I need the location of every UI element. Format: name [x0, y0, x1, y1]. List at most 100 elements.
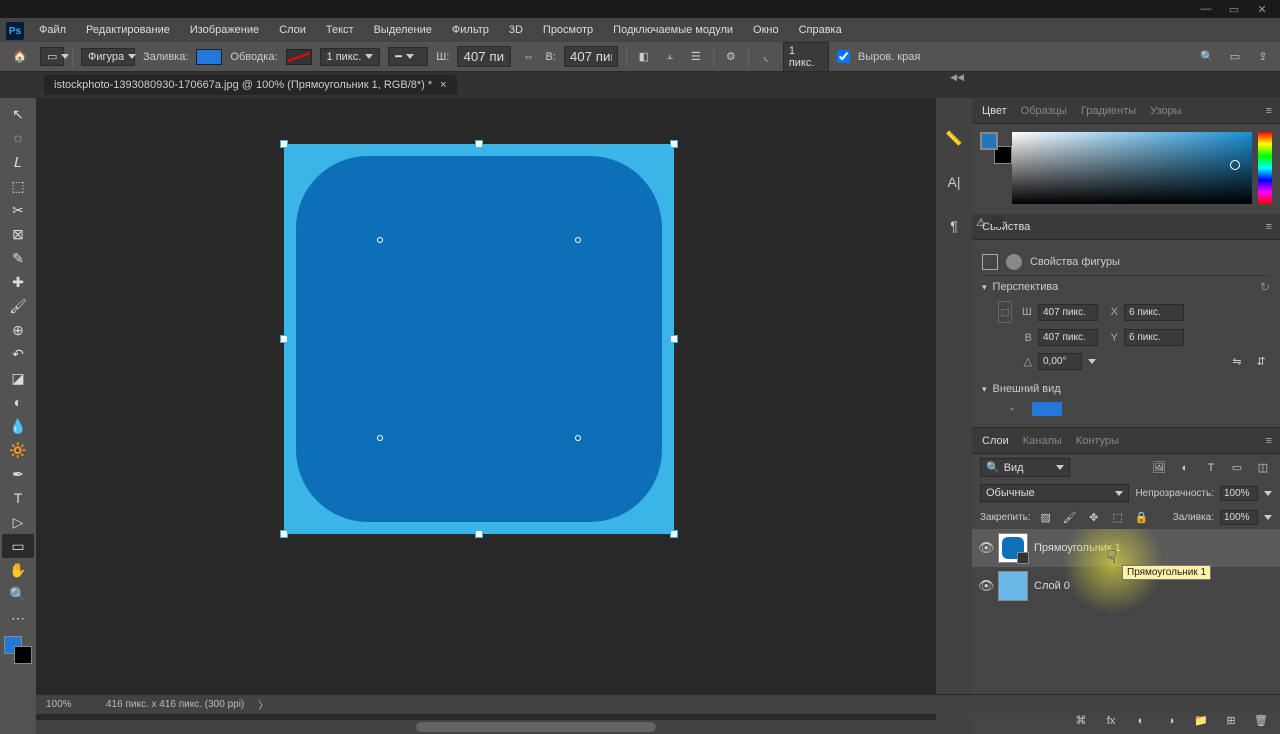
chevron-down-icon[interactable]: ▾ — [982, 282, 987, 293]
link-layers-icon[interactable]: ⌘ — [1072, 712, 1090, 730]
crop-tool-icon[interactable]: ✂ — [2, 198, 34, 222]
lock-artboard-icon[interactable]: ⬚ — [1109, 508, 1127, 526]
appearance-fill-swatch[interactable] — [1032, 402, 1062, 416]
brush-tool-icon[interactable]: 🖌 — [2, 294, 34, 318]
tab-channels[interactable]: Каналы — [1021, 432, 1064, 450]
filter-pixel-icon[interactable]: 🖼 — [1150, 459, 1168, 477]
healing-tool-icon[interactable]: ✚ — [2, 270, 34, 294]
tab-layers[interactable]: Слои — [980, 432, 1011, 450]
gradient-tool-icon[interactable]: ◐ — [2, 390, 34, 414]
opacity-input[interactable] — [1220, 486, 1258, 501]
transform-handle[interactable] — [475, 530, 483, 538]
rectangle-shape[interactable] — [296, 156, 662, 522]
transform-handle[interactable] — [280, 530, 288, 538]
radius-anchor[interactable] — [575, 435, 581, 441]
visibility-icon[interactable]: 👁 — [978, 540, 992, 556]
ruler-icon[interactable]: 📏 — [938, 126, 970, 150]
radius-input[interactable]: 1 пикс. — [783, 42, 829, 72]
panel-menu-icon[interactable]: ≡ — [1266, 435, 1272, 447]
lock-move-icon[interactable]: ✥ — [1085, 508, 1103, 526]
path-align-icon[interactable]: ⫠ — [661, 48, 679, 66]
menu-file[interactable]: Файл — [30, 20, 75, 40]
filter-shape-icon[interactable]: ▭ — [1228, 459, 1246, 477]
adjustment-icon[interactable]: ◑ — [1162, 712, 1180, 730]
blend-mode-dropdown[interactable]: Обычные — [980, 484, 1129, 502]
zoom-tool-icon[interactable]: 🔍 — [2, 582, 34, 606]
fill-input[interactable] — [1220, 510, 1258, 525]
canvas[interactable] — [284, 144, 674, 534]
prop-width-input[interactable] — [1038, 304, 1098, 321]
transform-handle[interactable] — [475, 140, 483, 148]
lasso-tool-icon[interactable]: 𝘓 — [2, 150, 34, 174]
zoom-value[interactable]: 100% — [46, 699, 92, 710]
new-layer-icon[interactable]: ⊞ — [1222, 712, 1240, 730]
prop-x-input[interactable] — [1124, 304, 1184, 321]
menu-edit[interactable]: Редактирование — [77, 20, 179, 40]
rectangle-tool-icon[interactable]: ▭ — [2, 534, 34, 558]
panel-menu-icon[interactable]: ≡ — [1266, 105, 1272, 117]
menu-3d[interactable]: 3D — [500, 20, 532, 40]
path-arrange-icon[interactable]: ☰ — [687, 48, 705, 66]
chevron-down-icon[interactable]: ▾ — [982, 384, 987, 395]
prop-height-input[interactable] — [1038, 329, 1098, 346]
layer-name[interactable]: Прямоугольник 1 — [1034, 542, 1121, 554]
dodge-tool-icon[interactable]: 🔆 — [2, 438, 34, 462]
maximize-button[interactable]: ▭ — [1220, 1, 1248, 17]
marquee-tool-icon[interactable]: ◌ — [2, 126, 34, 150]
reset-icon[interactable]: ↻ — [1260, 280, 1270, 294]
flip-h-icon[interactable]: ⇋ — [1228, 352, 1246, 370]
link-icon[interactable]: ⬚ — [998, 301, 1012, 323]
menu-window[interactable]: Окно — [744, 20, 788, 40]
hand-tool-icon[interactable]: ✋ — [2, 558, 34, 582]
info-arrow-icon[interactable]: 〉 — [258, 697, 268, 712]
transform-handle[interactable] — [670, 140, 678, 148]
flip-v-icon[interactable]: ⇵ — [1252, 352, 1270, 370]
edit-toolbar-icon[interactable]: ⋯ — [2, 606, 34, 630]
fx-icon[interactable]: fx — [1102, 712, 1120, 730]
pen-tool-icon[interactable]: ✒ — [2, 462, 34, 486]
document-info[interactable]: 416 пикс. x 416 пикс. (300 ppi) — [106, 699, 244, 710]
color-swatches[interactable] — [4, 636, 32, 664]
layer-name[interactable]: Слой 0 — [1034, 580, 1070, 592]
eraser-tool-icon[interactable]: ◪ — [2, 366, 34, 390]
hue-slider[interactable] — [1258, 132, 1272, 204]
layer-thumbnail[interactable] — [998, 571, 1028, 601]
stamp-tool-icon[interactable]: ⊕ — [2, 318, 34, 342]
radius-anchor[interactable] — [575, 237, 581, 243]
height-input[interactable] — [564, 46, 618, 67]
menu-layer[interactable]: Слои — [270, 20, 315, 40]
transform-handle[interactable] — [280, 335, 288, 343]
color-picker[interactable] — [1012, 132, 1252, 204]
path-select-tool-icon[interactable]: ▷ — [2, 510, 34, 534]
tab-swatches[interactable]: Образцы — [1019, 102, 1069, 120]
mask-icon[interactable]: ◐ — [1132, 712, 1150, 730]
paragraph-icon[interactable]: ¶ — [938, 214, 970, 238]
panel-menu-icon[interactable]: ≡ — [1266, 221, 1272, 233]
transform-handle[interactable] — [280, 140, 288, 148]
layer-item[interactable]: 👁 Прямоугольник 1 — [972, 529, 1280, 567]
stroke-style-dropdown[interactable]: ━ — [388, 47, 428, 66]
blur-tool-icon[interactable]: 💧 — [2, 414, 34, 438]
home-icon[interactable]: 🏠 — [8, 47, 32, 67]
stroke-size-dropdown[interactable]: 1 пикс. — [320, 48, 381, 66]
menu-help[interactable]: Справка — [790, 20, 851, 40]
layer-thumbnail[interactable] — [998, 533, 1028, 563]
menu-type[interactable]: Текст — [317, 20, 363, 40]
fill-swatch[interactable] — [196, 49, 222, 65]
align-edges-checkbox[interactable] — [837, 50, 850, 63]
tab-gradients[interactable]: Градиенты — [1079, 102, 1138, 120]
filter-kind-dropdown[interactable]: 🔍Вид — [980, 458, 1070, 477]
tab-patterns[interactable]: Узоры — [1148, 102, 1183, 120]
frame-tool-icon[interactable]: ⊠ — [2, 222, 34, 246]
visibility-icon[interactable]: 👁 — [978, 578, 992, 594]
share-icon[interactable]: ⇪ — [1254, 48, 1272, 66]
delete-icon[interactable]: 🗑 — [1252, 712, 1270, 730]
prop-angle-input[interactable] — [1038, 353, 1082, 370]
group-icon[interactable]: 📁 — [1192, 712, 1210, 730]
menu-view[interactable]: Просмотр — [534, 20, 602, 40]
stroke-swatch[interactable] — [286, 49, 312, 65]
gear-icon[interactable]: ⚙ — [722, 48, 740, 66]
character-icon[interactable]: A| — [938, 170, 970, 194]
prop-y-input[interactable] — [1124, 329, 1184, 346]
document-tab[interactable]: istockphoto-1393080930-170667a.jpg @ 100… — [44, 75, 457, 95]
